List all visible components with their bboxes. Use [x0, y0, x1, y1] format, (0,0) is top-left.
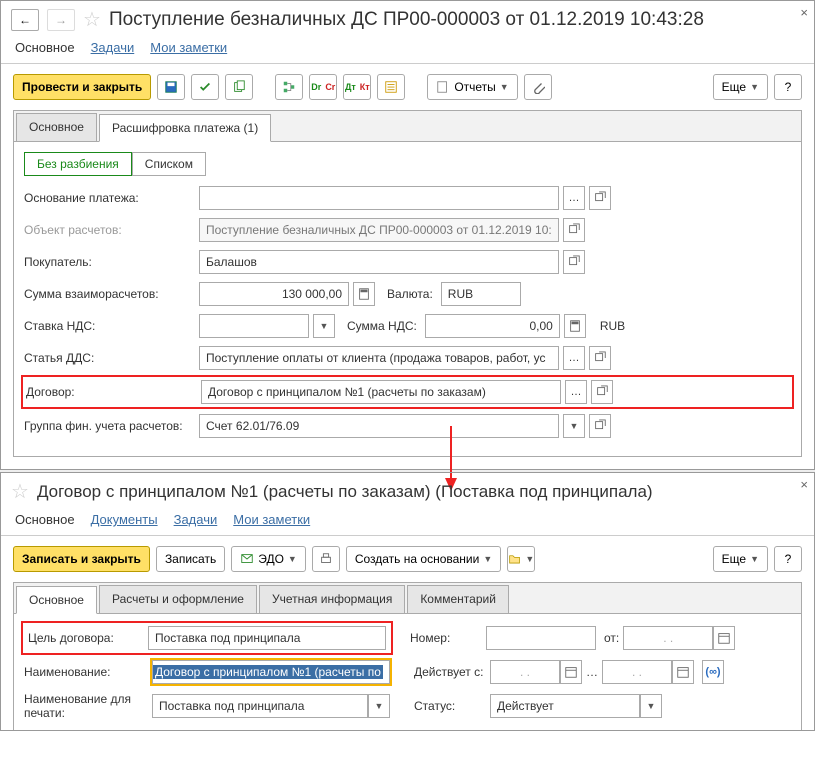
calcobj-input: Поступление безналичных ДС ПР00-000003 о…: [199, 218, 559, 242]
write-and-close-button[interactable]: Записать и закрыть: [13, 546, 150, 572]
calendar-icon[interactable]: [713, 626, 735, 650]
dropdown-button[interactable]: ▼: [313, 314, 335, 338]
drcr-icon[interactable]: DrCr: [309, 74, 337, 100]
open-button[interactable]: [563, 218, 585, 242]
more-button[interactable]: Еще ▼: [713, 74, 768, 100]
cashflow-label: Статья ДДС:: [24, 351, 199, 365]
calculator-icon[interactable]: [564, 314, 586, 338]
contract-input[interactable]: Договор с принципалом №1 (расчеты по зак…: [201, 380, 561, 404]
nav-main[interactable]: Основное: [15, 512, 75, 527]
select-button[interactable]: …: [563, 186, 585, 210]
nav-notes[interactable]: Мои заметки: [150, 40, 227, 55]
tab-calc[interactable]: Расчеты и оформление: [99, 585, 257, 613]
edo-button[interactable]: ЭДО ▼: [231, 546, 306, 572]
write-button[interactable]: Записать: [156, 546, 225, 572]
printname-input[interactable]: Поставка под принципала: [152, 694, 368, 718]
open-button[interactable]: [563, 250, 585, 274]
favorite-star-icon[interactable]: ☆: [83, 7, 101, 32]
currency-input[interactable]: RUB: [441, 282, 521, 306]
open-button[interactable]: [589, 186, 611, 210]
vat-rate-label: Ставка НДС:: [24, 319, 199, 333]
calendar-icon[interactable]: [560, 660, 582, 684]
vat-sum-label: Сумма НДС:: [347, 319, 417, 333]
name-input[interactable]: Договор с принципалом №1 (расчеты по: [152, 660, 390, 684]
structure-icon[interactable]: [275, 74, 303, 100]
vat-sum-input[interactable]: 0,00: [425, 314, 560, 338]
help-button[interactable]: ?: [774, 546, 802, 572]
infinity-button[interactable]: (∞): [702, 660, 724, 684]
buyer-label: Покупатель:: [24, 255, 199, 269]
status-label: Статус:: [414, 699, 490, 713]
basis-label: Основание платежа:: [24, 191, 199, 205]
page-title: Договор с принципалом №1 (расчеты по зак…: [37, 482, 653, 502]
close-icon[interactable]: ×: [800, 477, 808, 492]
tab-payment-detail[interactable]: Расшифровка платежа (1): [99, 114, 271, 142]
select-button[interactable]: …: [563, 346, 585, 370]
nav-tasks[interactable]: Задачи: [174, 512, 218, 527]
create-based-button[interactable]: Создать на основании ▼: [346, 546, 501, 572]
from-date-input[interactable]: . .: [623, 626, 713, 650]
nav-tasks[interactable]: Задачи: [91, 40, 135, 55]
basis-input[interactable]: [199, 186, 559, 210]
dropdown-button[interactable]: ▼: [563, 414, 585, 438]
select-button[interactable]: …: [565, 380, 587, 404]
tab-main[interactable]: Основное: [16, 586, 97, 614]
print-icon[interactable]: [312, 546, 340, 572]
open-button[interactable]: [591, 380, 613, 404]
post-and-close-button[interactable]: Провести и закрыть: [13, 74, 151, 100]
valid-to-input[interactable]: . .: [602, 660, 672, 684]
printname-label: Наименование для печати:: [24, 692, 152, 720]
sum-label: Сумма взаиморасчетов:: [24, 287, 199, 301]
finacct-label: Группа фин. учета расчетов:: [24, 419, 199, 433]
calendar-icon[interactable]: [672, 660, 694, 684]
page-title: Поступление безналичных ДС ПР00-000003 о…: [109, 9, 704, 31]
folder-icon[interactable]: ▼: [507, 546, 535, 572]
purpose-label: Цель договора:: [28, 631, 148, 645]
toggle-no-split[interactable]: Без разбиения: [24, 152, 132, 176]
post-icon[interactable]: [191, 74, 219, 100]
status-input[interactable]: Действует: [490, 694, 640, 718]
contract-label: Договор:: [26, 385, 201, 399]
calculator-icon[interactable]: [353, 282, 375, 306]
nav-back-button[interactable]: ←: [11, 9, 39, 31]
toggle-list[interactable]: Списком: [132, 152, 206, 176]
copy-icon[interactable]: [225, 74, 253, 100]
nav-forward-button[interactable]: →: [47, 9, 75, 31]
vat-rate-input[interactable]: [199, 314, 309, 338]
dtkt-icon[interactable]: ДтКт: [343, 74, 371, 100]
cashflow-input[interactable]: Поступление оплаты от клиента (продажа т…: [199, 346, 559, 370]
vat-currency: RUB: [600, 319, 625, 333]
tab-main[interactable]: Основное: [16, 113, 97, 141]
tab-accounting[interactable]: Учетная информация: [259, 585, 405, 613]
name-label: Наименование:: [24, 665, 152, 679]
purpose-input[interactable]: Поставка под принципала: [148, 626, 386, 650]
reports-button[interactable]: Отчеты▼: [427, 74, 517, 100]
finacct-input[interactable]: Счет 62.01/76.09: [199, 414, 559, 438]
help-button[interactable]: ?: [774, 74, 802, 100]
calcobj-label: Объект расчетов:: [24, 223, 199, 237]
number-input[interactable]: [486, 626, 596, 650]
nav-main[interactable]: Основное: [15, 40, 75, 55]
currency-label: Валюта:: [387, 287, 433, 301]
checklist-icon[interactable]: [377, 74, 405, 100]
dropdown-button[interactable]: ▼: [640, 694, 662, 718]
open-button[interactable]: [589, 414, 611, 438]
save-icon[interactable]: [157, 74, 185, 100]
attach-icon[interactable]: [524, 74, 552, 100]
nav-documents[interactable]: Документы: [91, 512, 158, 527]
open-button[interactable]: [589, 346, 611, 370]
valid-from-label: Действует с:: [414, 665, 490, 679]
more-button[interactable]: Еще ▼: [713, 546, 768, 572]
valid-from-input[interactable]: . .: [490, 660, 560, 684]
from-label: от:: [604, 631, 619, 645]
buyer-input[interactable]: Балашов: [199, 250, 559, 274]
dropdown-button[interactable]: ▼: [368, 694, 390, 718]
range-sep: …: [586, 665, 598, 679]
tab-comment[interactable]: Комментарий: [407, 585, 509, 613]
number-label: Номер:: [410, 631, 486, 645]
close-icon[interactable]: ×: [800, 5, 808, 20]
nav-notes[interactable]: Мои заметки: [233, 512, 310, 527]
favorite-star-icon[interactable]: ☆: [11, 479, 29, 504]
sum-input[interactable]: 130 000,00: [199, 282, 349, 306]
